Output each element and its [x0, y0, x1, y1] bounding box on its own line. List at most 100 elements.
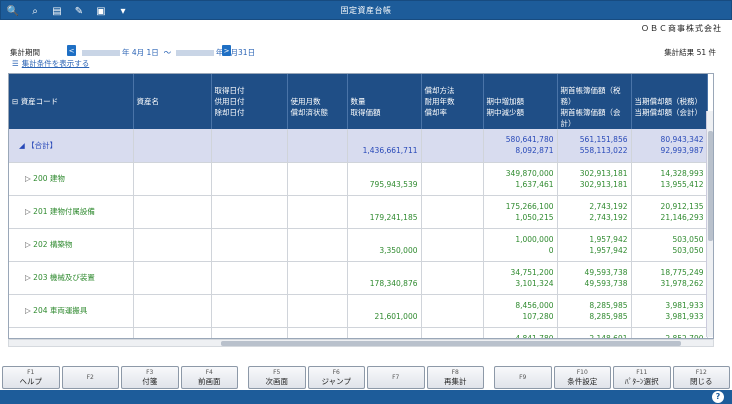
fkey-f12[interactable]: F12 閉じる: [672, 366, 730, 389]
fkey-gap: [486, 366, 492, 389]
status-bar: ?: [0, 390, 732, 404]
fkey-f11[interactable]: F11 ﾊﾟﾀｰﾝ選択: [613, 366, 671, 389]
asset-name-cell: [133, 162, 212, 196]
acquisition-cell: 21,601,000: [347, 294, 422, 328]
col-method[interactable]: 償却方法 耐用年数 償却率: [421, 74, 484, 129]
asset-name-cell: [133, 261, 212, 295]
fkey-number: F7: [392, 373, 400, 381]
asset-code-cell[interactable]: ◢ 【合計】: [9, 129, 134, 163]
acquisition-cell: 795,943,539: [347, 162, 422, 196]
help-icon[interactable]: ?: [712, 391, 724, 403]
total-row[interactable]: ◢ 【合計】 1,436,661,711 580,641,780 8,092,871…: [9, 129, 708, 163]
table-row[interactable]: ▷ 200 建物 795,943,539 349,870,000 1,637,461…: [9, 162, 708, 196]
fkey-number: F12: [695, 368, 707, 376]
fkey-label: 条件設定: [567, 376, 598, 386]
col-asset-name[interactable]: 資産名: [133, 74, 212, 129]
collapsed-icon[interactable]: ▷: [25, 240, 31, 249]
table-row[interactable]: ▷ 205 工具、器具及び備品 14,742,109 4,841,780438,8…: [9, 327, 708, 338]
depreciation-cell: 2,852,7902,852,790: [631, 327, 708, 338]
fkey-number: F10: [576, 368, 588, 376]
asset-name-cell: [133, 195, 212, 229]
show-conditions-label: 集計条件を表示する: [21, 59, 90, 68]
year-redacted: [175, 50, 214, 56]
change-cell: 175,266,100 1,050,215: [483, 195, 558, 229]
fkey-label: 付箋: [142, 376, 158, 386]
dates-cell: [211, 294, 288, 328]
fkey-number: F5: [273, 368, 281, 376]
fkey-number: F3: [146, 368, 154, 376]
next-period-button[interactable]: >: [222, 45, 231, 56]
method-cell: [421, 228, 484, 262]
period-from: 年 4月 1日: [122, 48, 159, 57]
fkey-f6[interactable]: F6 ジャンプ: [307, 366, 365, 389]
col-opening-book[interactable]: 期首帳簿価額（税務） 期首帳簿価額（会計）: [557, 74, 632, 129]
fkey-label: ヘルプ: [19, 376, 43, 386]
collapsed-icon[interactable]: ▷: [25, 207, 31, 216]
months-cell: [287, 129, 348, 163]
fkey-f9[interactable]: F9: [494, 366, 552, 389]
acquisition-cell: 178,340,876: [347, 261, 422, 295]
depreciation-cell: 14,328,993 13,955,412: [631, 162, 708, 196]
fkey-label: ﾊﾟﾀｰﾝ選択: [624, 376, 659, 386]
fkey-number: F11: [636, 368, 648, 376]
period-separator: ～: [163, 48, 172, 57]
table-row[interactable]: ▷ 202 構築物 3,350,000 1,000,000 0 1,957,942 1,…: [9, 228, 708, 262]
fkey-f2[interactable]: F2: [61, 366, 119, 389]
asset-code-cell[interactable]: ▷ 201 建物付属設備: [9, 195, 134, 229]
prev-period-button[interactable]: <: [67, 45, 76, 56]
collapsed-icon[interactable]: ▷: [25, 273, 31, 282]
table-row[interactable]: ▷ 203 機械及び装置 178,340,876 34,751,200 3,101,…: [9, 261, 708, 295]
ledger-grid[interactable]: ⊟ 資産コード 資産名 取得日付 供用日付 除却日付 使用月数 償却済状態 数量 取得価…: [8, 73, 714, 339]
fkey-f5[interactable]: F5 次画面: [248, 366, 306, 389]
months-cell: [287, 261, 348, 295]
fkey-f3[interactable]: F3 付箋: [121, 366, 179, 389]
horizontal-scrollbar[interactable]: [8, 339, 714, 347]
collapsed-icon[interactable]: ▷: [25, 306, 31, 315]
col-dates[interactable]: 取得日付 供用日付 除却日付: [211, 74, 288, 129]
asset-code-cell[interactable]: ▷ 200 建物: [9, 162, 134, 196]
table-row[interactable]: ▷ 204 車両運搬具 21,601,000 8,456,000 107,280 8,…: [9, 294, 708, 328]
col-depreciation[interactable]: 当期償却額（税務） 当期償却額（会計）: [631, 74, 708, 129]
opening-book-cell: 8,285,985 8,285,985: [557, 294, 632, 328]
depreciation-cell: 503,050 503,050: [631, 228, 708, 262]
collapsed-icon[interactable]: ▷: [25, 174, 31, 183]
asset-code-cell[interactable]: ▷ 205 工具、器具及び備品: [9, 327, 134, 338]
acquisition-cell: 14,742,109: [347, 327, 422, 338]
show-conditions-link[interactable]: ☰ 集計条件を表示する: [12, 58, 89, 69]
vertical-scrollbar[interactable]: [706, 111, 713, 337]
fkey-label: ジャンプ: [321, 376, 351, 386]
col-change[interactable]: 期中増加額 期中減少額: [483, 74, 558, 129]
table-row[interactable]: ▷ 201 建物付属設備 179,241,185 175,266,100 1,050…: [9, 195, 708, 229]
col-months[interactable]: 使用月数 償却済状態: [287, 74, 348, 129]
result-count: 集計結果 51 件: [664, 48, 716, 57]
fkey-number: F1: [27, 368, 35, 376]
months-cell: [287, 228, 348, 262]
vertical-scroll-thumb[interactable]: [708, 131, 713, 241]
asset-code-cell[interactable]: ▷ 202 構築物: [9, 228, 134, 262]
ledger-table: ⊟ 資産コード 資産名 取得日付 供用日付 除却日付 使用月数 償却済状態 数量 取得価…: [9, 74, 708, 338]
asset-code-cell[interactable]: ▷ 204 車両運搬具: [9, 294, 134, 328]
collapse-all-icon[interactable]: ⊟: [12, 97, 18, 106]
col-asset-code[interactable]: ⊟ 資産コード: [9, 74, 134, 129]
fkey-f1[interactable]: F1 ヘルプ: [2, 366, 60, 389]
fkey-f4[interactable]: F4 前画面: [180, 366, 238, 389]
horizontal-scroll-thumb[interactable]: [221, 341, 681, 346]
asset-code-cell[interactable]: ▷ 203 機械及び装置: [9, 261, 134, 295]
fkey-number: F9: [519, 373, 527, 381]
fkey-f7[interactable]: F7: [367, 366, 425, 389]
fkey-f10[interactable]: F10 条件設定: [553, 366, 611, 389]
fkey-f8[interactable]: F8 再集計: [426, 366, 484, 389]
table-header-row: ⊟ 資産コード 資産名 取得日付 供用日付 除却日付 使用月数 償却済状態 数量 取得価…: [9, 74, 708, 129]
fkey-gap: [240, 366, 246, 389]
expanded-icon[interactable]: ◢: [19, 141, 25, 150]
depreciation-cell: 80,943,342 92,993,987: [631, 129, 708, 163]
opening-book-cell: 561,151,856 558,113,022: [557, 129, 632, 163]
acquisition-cell: 179,241,185: [347, 195, 422, 229]
months-cell: [287, 195, 348, 229]
fkey-number: F8: [451, 368, 459, 376]
method-cell: [421, 195, 484, 229]
col-acquisition[interactable]: 数量 取得価額: [347, 74, 422, 129]
acquisition-cell: 3,350,000: [347, 228, 422, 262]
title-bar: 🔍 ⌕ ▤ ✎ ▣ ▾ 固定資産台帳: [0, 0, 732, 20]
method-cell: [421, 129, 484, 163]
